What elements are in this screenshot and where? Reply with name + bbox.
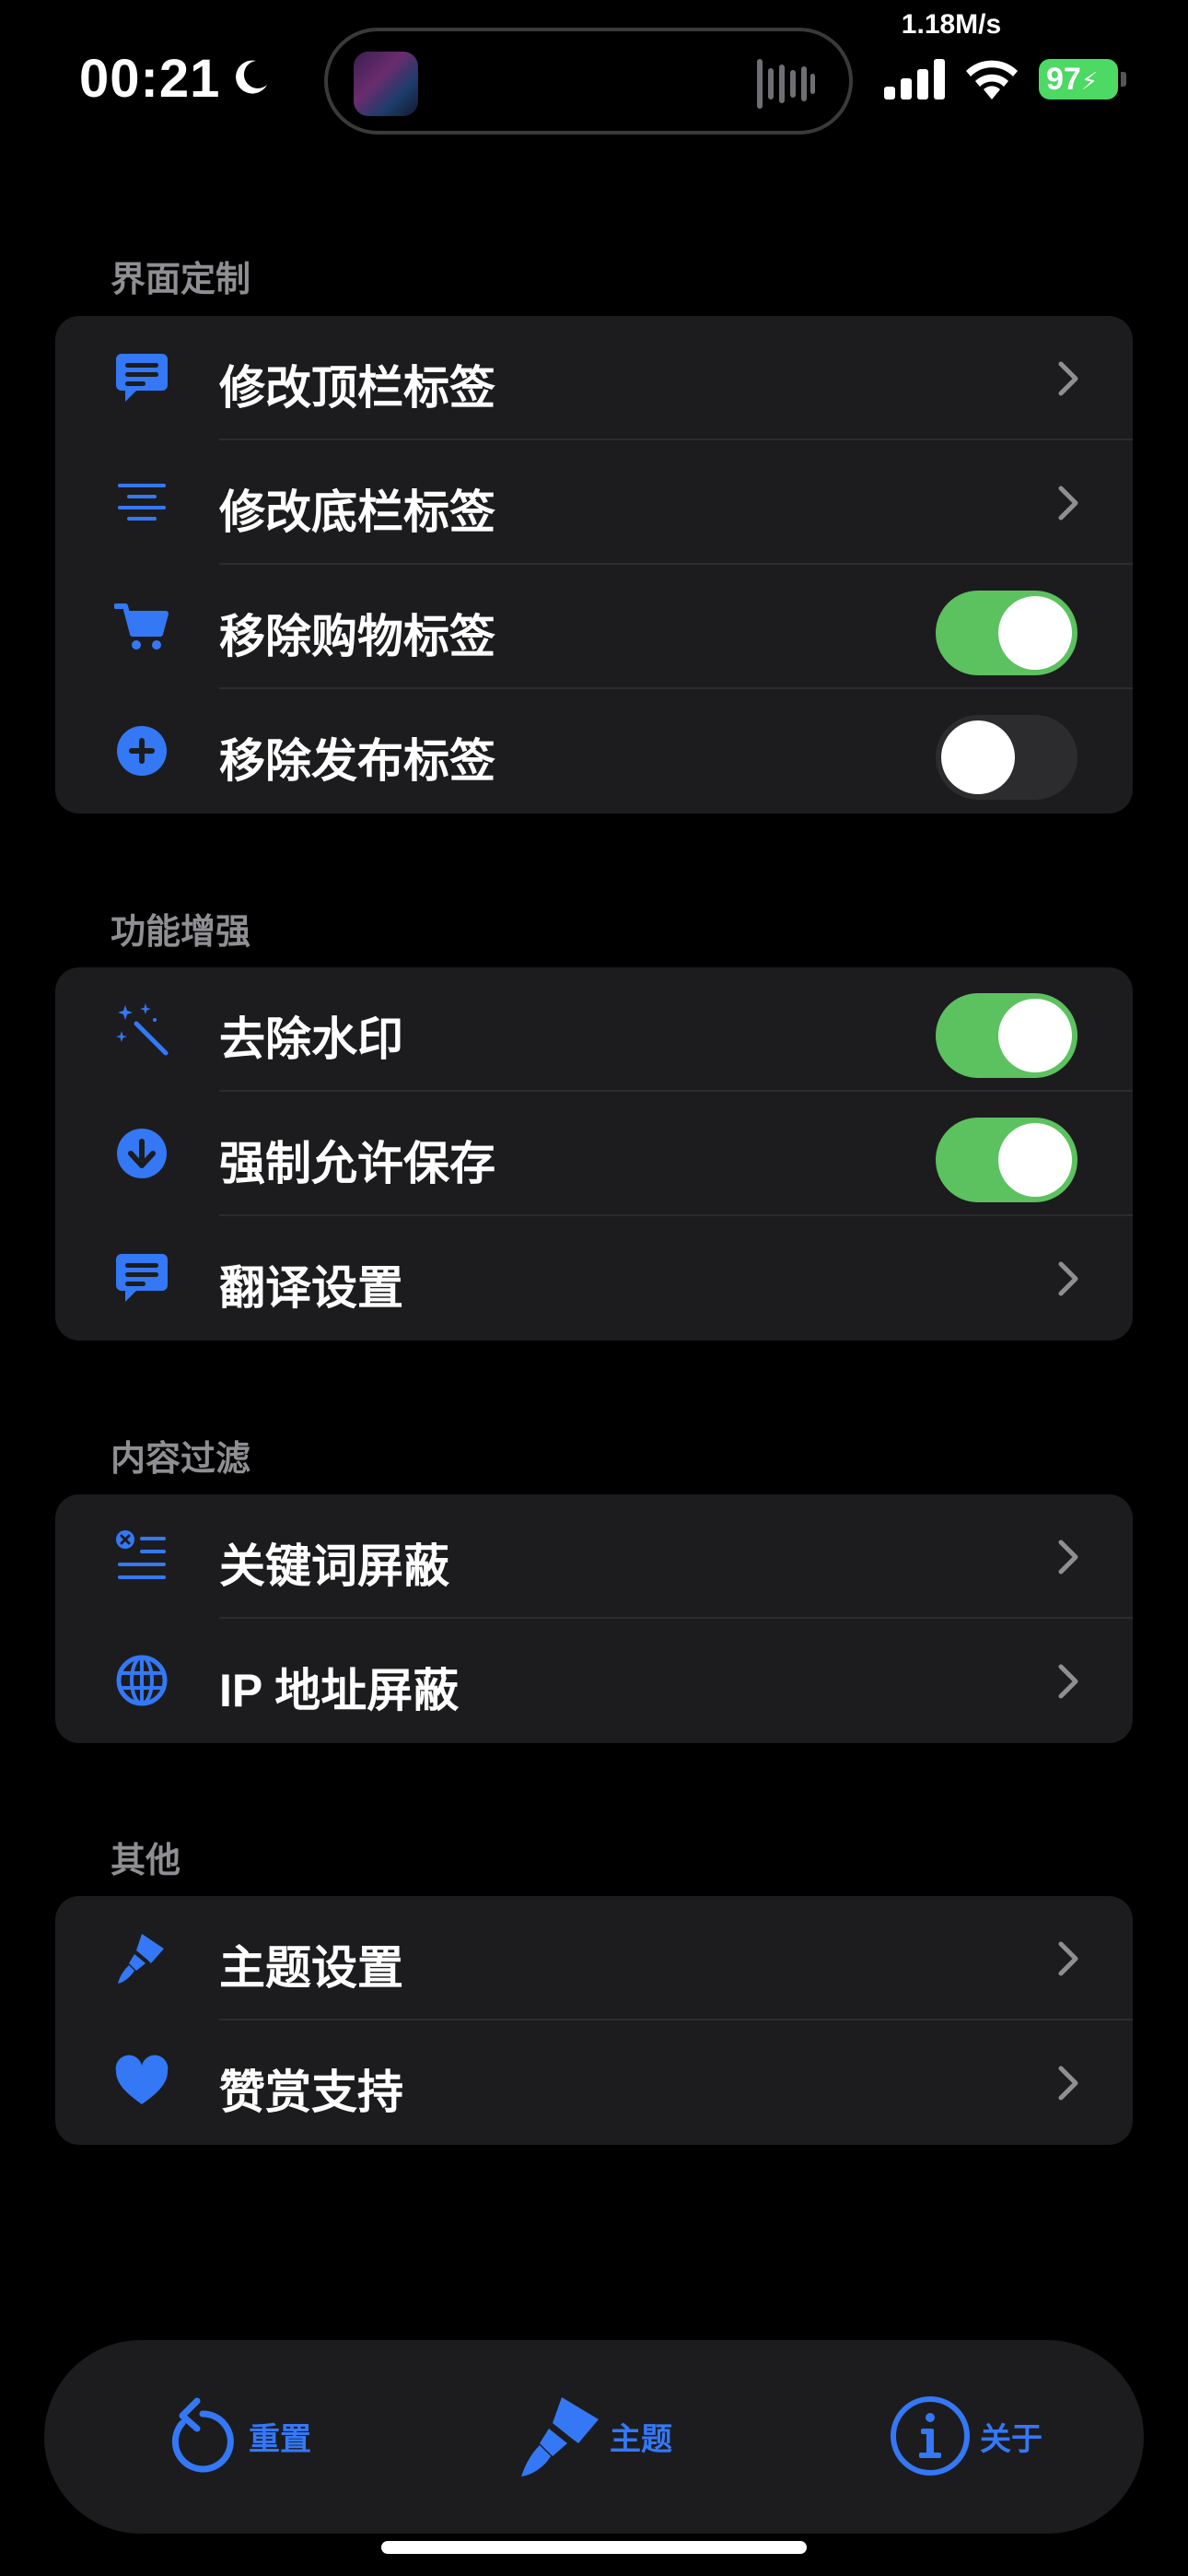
row-keyword-block[interactable]: 关键词屏蔽 [55, 1494, 1133, 1619]
reset-label: 重置 [249, 2421, 311, 2457]
section-header-enhancements: 功能增强 [111, 913, 251, 952]
now-playing-artwork [354, 52, 418, 116]
chevron-right-icon [1058, 486, 1078, 521]
row-support[interactable]: 赞赏支持 [55, 2020, 1133, 2145]
row-force-allow-save: 强制允许保存 [55, 1092, 1133, 1216]
battery-cap [1121, 72, 1126, 87]
battery-level: 97 [1046, 62, 1081, 97]
magic-wand-icon [116, 1003, 169, 1056]
row-label: 修改顶栏标签 [219, 362, 495, 414]
section-header-ui-custom: 界面定制 [111, 261, 251, 299]
row-label: 去除水印 [219, 1013, 403, 1065]
status-bar: 00:21 1.18M/s 97⚡ [0, 0, 1188, 147]
toggle-knob [998, 1123, 1072, 1197]
row-remove-publish-tab: 移除发布标签 [55, 689, 1133, 814]
remove-publish-tab-toggle[interactable] [936, 715, 1077, 800]
download-circle-icon [117, 1129, 167, 1178]
toggle-knob [998, 999, 1072, 1072]
message-icon [116, 354, 168, 402]
chevron-right-icon [1058, 2066, 1078, 2101]
heart-icon [115, 2055, 169, 2104]
cart-icon [114, 603, 169, 650]
toggle-knob [998, 596, 1072, 670]
row-label: 翻译设置 [219, 1262, 403, 1314]
battery-icon: 97⚡ [1039, 59, 1118, 100]
reset-icon [171, 2397, 234, 2473]
chevron-right-icon [1058, 1941, 1078, 1976]
row-translation-settings[interactable]: 翻译设置 [55, 1216, 1133, 1341]
signal-icon [884, 59, 945, 100]
row-label: 主题设置 [219, 1942, 403, 1994]
dynamic-island[interactable] [324, 28, 853, 135]
remove-watermark-toggle[interactable] [936, 993, 1077, 1078]
about-label: 关于 [980, 2421, 1042, 2457]
home-indicator[interactable] [381, 2541, 807, 2554]
row-edit-top-tabs[interactable]: 修改顶栏标签 [55, 316, 1133, 440]
row-remove-watermark: 去除水印 [55, 967, 1133, 1092]
about-button[interactable]: 关于 [886, 2390, 1042, 2482]
toggle-knob [941, 720, 1015, 794]
theme-label: 主题 [610, 2421, 672, 2457]
settings-card-enhancements: 去除水印 强制允许保存 翻译设置 [55, 967, 1133, 1341]
settings-card-other: 主题设置 赞赏支持 [55, 1896, 1133, 2145]
row-label: IP 地址屏蔽 [219, 1665, 460, 1716]
section-header-content-filter: 内容过滤 [111, 1440, 251, 1479]
row-label: 移除发布标签 [219, 735, 495, 787]
row-theme-settings[interactable]: 主题设置 [55, 1896, 1133, 2020]
paintbrush-icon [118, 1934, 164, 1984]
info-icon [891, 2396, 970, 2476]
row-ip-block[interactable]: IP 地址屏蔽 [55, 1619, 1133, 1743]
row-remove-shopping-tab: 移除购物标签 [55, 565, 1133, 689]
chevron-right-icon [1058, 1540, 1078, 1575]
force-allow-save-toggle[interactable] [936, 1118, 1077, 1202]
reset-button[interactable]: 重置 [155, 2390, 311, 2482]
row-label: 强制允许保存 [219, 1138, 495, 1189]
row-label: 修改底栏标签 [219, 486, 495, 538]
status-time: 00:21 [79, 49, 221, 109]
theme-button[interactable]: 主题 [516, 2390, 672, 2482]
plus-circle-icon [117, 726, 167, 776]
settings-card-ui-custom: 修改顶栏标签 修改底栏标签 移除购物标签 移除发布标签 [55, 316, 1133, 814]
message-icon [116, 1254, 168, 1302]
align-center-icon [118, 484, 166, 521]
chevron-right-icon [1058, 1261, 1078, 1296]
globe-icon [116, 1655, 168, 1706]
audio-waveform-icon [757, 59, 815, 109]
row-label: 赞赏支持 [219, 2067, 403, 2118]
network-speed: 1.18M/s [901, 9, 1002, 40]
section-header-other: 其他 [111, 1842, 181, 1880]
row-edit-bottom-tabs[interactable]: 修改底栏标签 [55, 440, 1133, 565]
remove-shopping-tab-toggle[interactable] [936, 591, 1077, 675]
row-label: 关键词屏蔽 [219, 1540, 449, 1592]
chevron-right-icon [1058, 361, 1078, 396]
wifi-icon [966, 60, 1018, 100]
bottom-action-bar: 重置 主题 关于 [44, 2340, 1144, 2534]
chevron-right-icon [1058, 1664, 1078, 1699]
list-remove-icon [116, 1530, 166, 1579]
row-label: 移除购物标签 [219, 611, 495, 662]
settings-card-content-filter: 关键词屏蔽 IP 地址屏蔽 [55, 1494, 1133, 1743]
paintbrush-icon [521, 2397, 599, 2476]
moon-icon [236, 60, 267, 94]
